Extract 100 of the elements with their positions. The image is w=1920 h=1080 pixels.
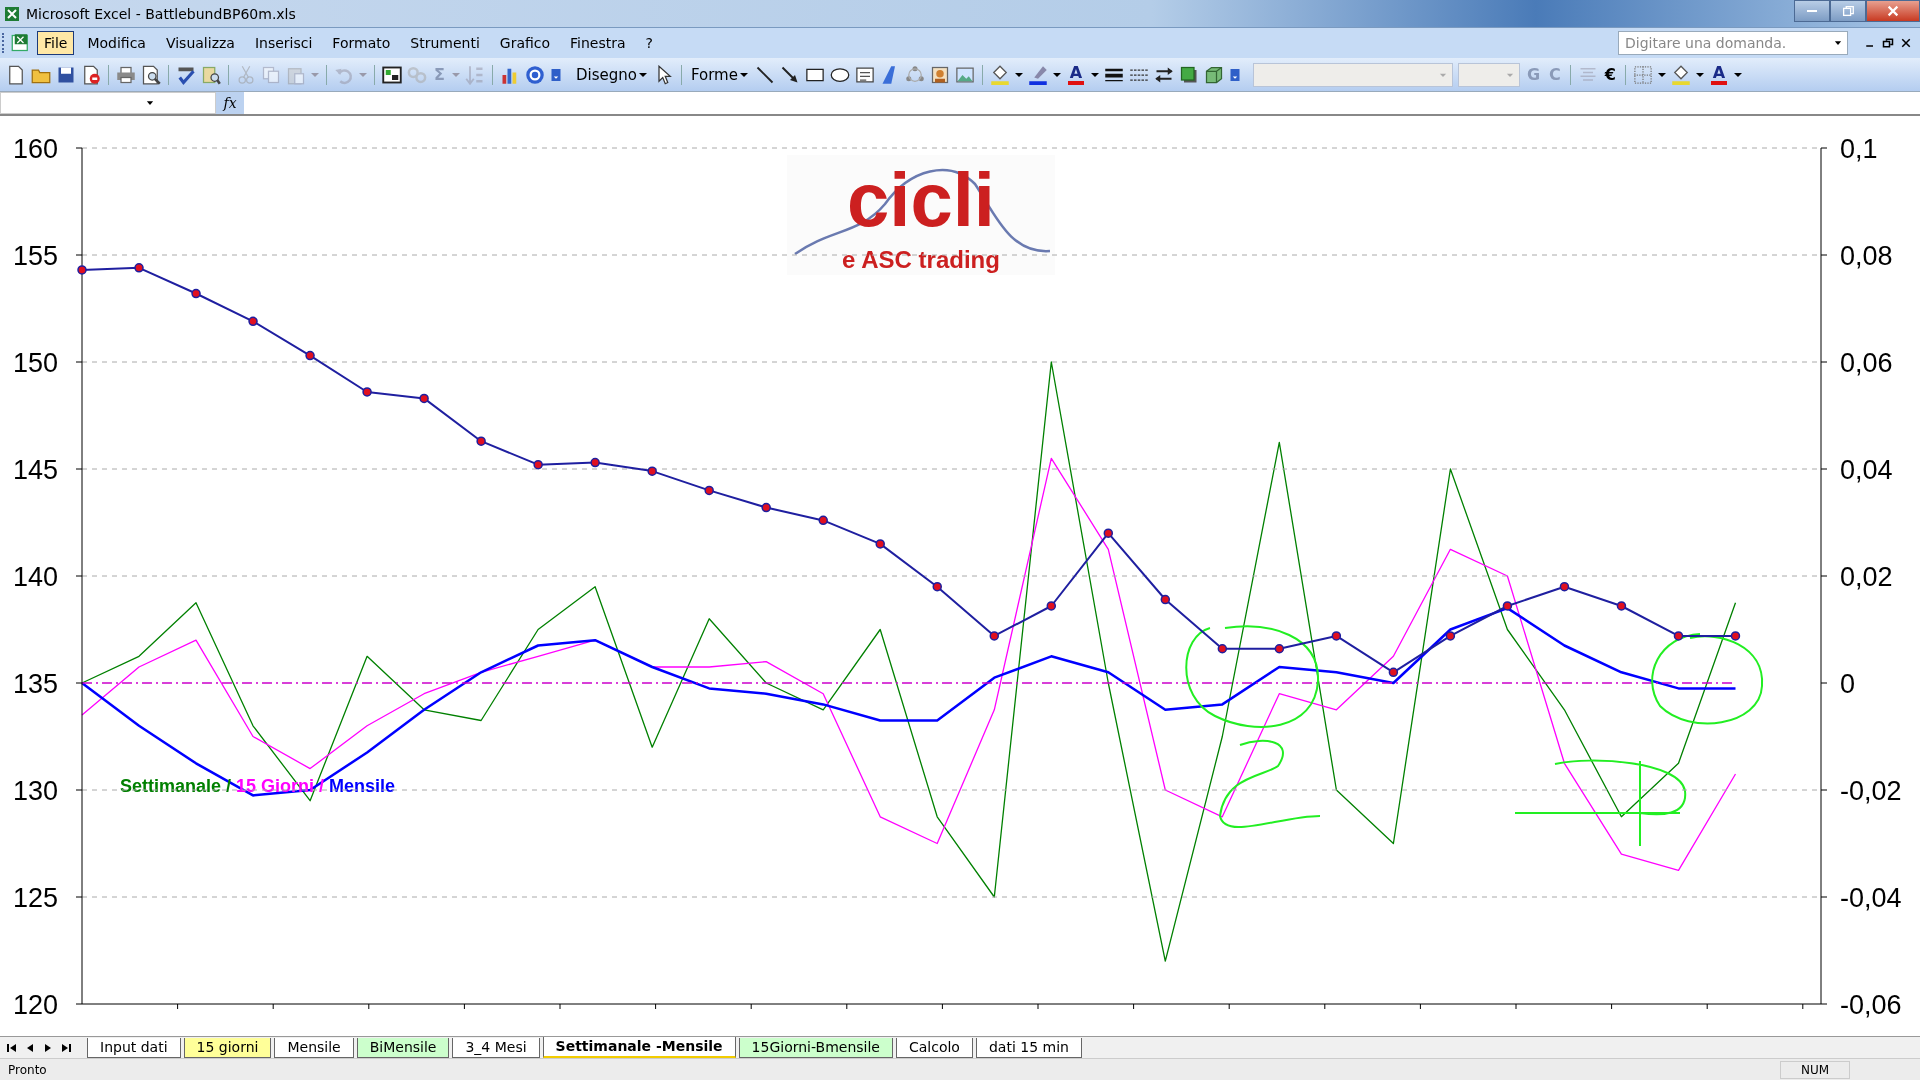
menu-item[interactable]: Strumenti	[403, 31, 487, 55]
data-marker	[1388, 667, 1399, 678]
axis-label: 155	[12, 241, 58, 271]
axis-label: 145	[12, 455, 58, 485]
new-document-icon[interactable]	[6, 64, 26, 85]
axis-label: 135	[12, 669, 58, 699]
data-marker	[1046, 601, 1057, 611]
data-marker	[305, 350, 315, 361]
toolbar-button[interactable]: €	[1602, 65, 1618, 84]
document-stop-icon[interactable]	[81, 64, 101, 85]
workbook-icon[interactable]	[11, 33, 31, 53]
data-marker	[134, 263, 144, 273]
caret-icon[interactable]	[1052, 72, 1061, 77]
axis-label: 0,08	[1840, 241, 1893, 271]
data-marker	[1502, 601, 1513, 611]
axis-label: 125	[12, 883, 58, 913]
menu-item[interactable]: Modifica	[80, 31, 153, 55]
data-marker	[1445, 631, 1456, 641]
menu-item[interactable]: ?	[638, 31, 660, 55]
axis-label: 0,06	[1840, 348, 1893, 378]
axis-label: 120	[12, 990, 58, 1020]
data-marker	[533, 459, 543, 470]
toolbar-menu[interactable]: Disegno	[573, 65, 649, 84]
caret-icon[interactable]	[1657, 72, 1666, 77]
menu-item[interactable]: Formato	[325, 31, 398, 55]
font-color-button[interactable]: A	[1065, 64, 1086, 85]
caret-icon[interactable]	[1014, 72, 1023, 77]
function-button[interactable]: fx	[216, 92, 244, 114]
legend-label: Mensile	[329, 776, 396, 796]
shadow-icon[interactable]	[1178, 64, 1199, 85]
sheet-tab[interactable]: dati 15 min	[975, 1037, 1082, 1058]
caret-icon[interactable]	[1695, 72, 1704, 77]
axis-label: 150	[12, 348, 58, 378]
data-marker	[989, 631, 999, 641]
data-marker	[419, 393, 429, 404]
close-button[interactable]	[1866, 0, 1920, 22]
caret-icon[interactable]	[1090, 72, 1099, 77]
sheet-tab[interactable]: Input dati	[87, 1037, 181, 1058]
line-tool-icon[interactable]	[754, 64, 775, 85]
axis-label: 140	[12, 562, 58, 592]
restore-button[interactable]	[1830, 0, 1866, 22]
data-marker	[191, 288, 201, 299]
data-marker	[248, 316, 258, 327]
paint-bucket-icon[interactable]	[1670, 64, 1691, 85]
arrow-tool-icon[interactable]	[779, 64, 800, 85]
textbox-icon[interactable]	[854, 64, 875, 85]
data-marker	[77, 265, 87, 275]
data-marker	[932, 581, 942, 592]
status-text: Pronto	[8, 1062, 47, 1077]
menu-item[interactable]: Finestra	[563, 31, 633, 55]
data-marker	[476, 436, 486, 446]
sheet-tab[interactable]: 3_4 Mesi	[452, 1037, 540, 1058]
num-lock-indicator: NUM	[1780, 1060, 1850, 1079]
sheet-tab[interactable]: Mensile	[274, 1037, 354, 1058]
toolbar-menu[interactable]: Forme	[688, 65, 750, 84]
font-color-button[interactable]: A	[1708, 64, 1729, 85]
menu-item[interactable]: File	[37, 31, 75, 55]
sheet-tab[interactable]: Settimanale -Mensile	[542, 1037, 736, 1058]
menu-item[interactable]: Visualizza	[158, 31, 242, 55]
brush-icon[interactable]	[1027, 64, 1048, 85]
paint-bucket-icon[interactable]	[989, 64, 1010, 85]
clip-art-icon[interactable]	[929, 64, 950, 85]
close-icon	[1886, 4, 1900, 18]
restore-icon	[1841, 4, 1855, 18]
axis-label: 0,1	[1840, 134, 1878, 164]
data-marker	[1217, 644, 1228, 654]
data-marker	[362, 387, 372, 397]
minimize-button[interactable]	[1794, 0, 1830, 22]
window-title: Microsoft Excel - BattlebundBP60m.xls	[26, 5, 296, 22]
sheet-tab[interactable]: Calcolo	[895, 1037, 973, 1058]
sheet-tab[interactable]: BiMensile	[356, 1037, 450, 1058]
data-marker	[875, 539, 885, 549]
question-field[interactable]: Digitare una domanda.	[1618, 31, 1848, 55]
data-marker	[1103, 528, 1114, 538]
sheet-tab[interactable]: 15 giorni	[183, 1037, 272, 1058]
caret-icon[interactable]	[739, 72, 748, 77]
data-marker	[761, 502, 771, 513]
axis-label: 0	[1840, 669, 1856, 699]
excel-icon	[4, 5, 20, 22]
data-marker	[590, 457, 600, 468]
menu-item[interactable]: Inserisci	[247, 31, 320, 55]
image-icon[interactable]	[954, 64, 975, 85]
caret-icon[interactable]	[1733, 72, 1742, 77]
axis-label: -0,04	[1840, 883, 1902, 913]
diagram-icon[interactable]	[904, 64, 925, 85]
axis-label: -0,02	[1840, 776, 1902, 806]
cube-icon[interactable]	[1203, 64, 1224, 85]
printer-icon[interactable]	[116, 64, 136, 85]
caret-icon[interactable]	[638, 72, 647, 77]
sheet-tab[interactable]: 15Giorni-Bmensile	[738, 1037, 893, 1058]
chart-wizard-icon[interactable]	[382, 64, 402, 85]
legend-label: Settimanale	[120, 776, 222, 796]
restore-icon[interactable]	[1882, 37, 1894, 49]
data-marker	[1616, 601, 1627, 611]
close-icon[interactable]	[1900, 37, 1912, 49]
book-magnifier-icon[interactable]	[201, 64, 221, 85]
data-marker	[1673, 631, 1684, 641]
axis-label: 130	[12, 776, 58, 806]
menu-item[interactable]: Grafico	[492, 31, 558, 55]
print-preview-icon[interactable]	[141, 64, 161, 85]
